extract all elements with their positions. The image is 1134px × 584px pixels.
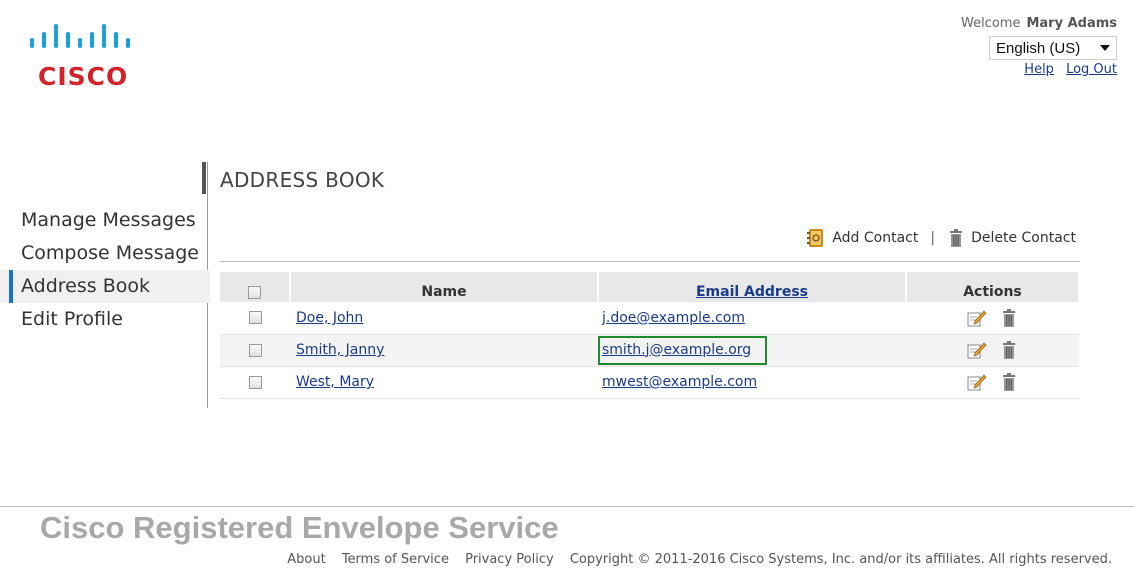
delete-contact-label: Delete Contact: [971, 230, 1076, 246]
terms-link[interactable]: Terms of Service: [342, 552, 449, 567]
about-link[interactable]: About: [287, 552, 325, 567]
title-accent-bar: [202, 162, 206, 194]
row-checkbox[interactable]: [248, 375, 262, 389]
edit-icon[interactable]: [967, 341, 987, 359]
user-header: Welcome Mary Adams English (US) Help Log …: [817, 16, 1117, 86]
contacts-table: Name Email Address Actions Doe, John j.d…: [220, 272, 1080, 399]
sidebar-nav: Manage Messages Compose Message Address …: [0, 162, 210, 408]
sidebar-item-manage-messages[interactable]: Manage Messages: [0, 204, 210, 237]
logout-link[interactable]: Log Out: [1066, 62, 1117, 77]
actions-cell: [906, 366, 1079, 399]
select-all-checkbox[interactable]: [248, 285, 261, 299]
toolbar-separator: |: [930, 230, 936, 246]
edit-icon[interactable]: [967, 309, 987, 327]
welcome-text: Welcome Mary Adams: [961, 16, 1117, 31]
row-checkbox[interactable]: [248, 311, 262, 325]
trash-icon: [950, 229, 963, 247]
table-header-row: Name Email Address Actions: [220, 272, 1080, 302]
footer-divider: [0, 506, 1134, 507]
page-title: ADDRESS BOOK: [220, 168, 385, 192]
privacy-link[interactable]: Privacy Policy: [465, 552, 554, 567]
name-cell: Smith, Janny: [290, 334, 598, 367]
toolbar-divider: [220, 261, 1080, 262]
add-contact-button[interactable]: Add Contact: [806, 228, 918, 248]
name-column-header: Name: [290, 272, 599, 302]
user-name: Mary Adams: [1026, 16, 1117, 31]
email-column-header[interactable]: Email Address: [598, 272, 907, 302]
sidebar-item-compose-message[interactable]: Compose Message: [0, 237, 210, 270]
trash-icon[interactable]: [1000, 341, 1018, 359]
copyright-text: Copyright © 2011-2016 Cisco Systems, Inc…: [569, 552, 1112, 567]
contact-name-link[interactable]: Doe, John: [296, 310, 363, 326]
contact-email-link[interactable]: mwest@example.com: [602, 374, 757, 390]
trash-icon[interactable]: [1000, 373, 1018, 391]
cisco-logo-bars-icon: [30, 24, 130, 48]
name-cell: Doe, John: [290, 302, 598, 335]
email-cell: j.doe@example.com: [598, 302, 906, 335]
header-links: Help Log Out: [1016, 62, 1117, 77]
cisco-logo: CISCO: [22, 22, 152, 92]
actions-cell: [906, 302, 1079, 335]
actions-cell: [906, 334, 1079, 367]
contact-email-link[interactable]: j.doe@example.com: [602, 310, 745, 326]
contact-toolbar: Add Contact | Delete Contact: [806, 228, 1076, 248]
add-contact-label: Add Contact: [832, 230, 919, 246]
sidebar-item-address-book[interactable]: Address Book: [0, 270, 210, 303]
cisco-logo-text: CISCO: [38, 62, 129, 91]
row-checkbox[interactable]: [248, 343, 262, 357]
actions-column-header: Actions: [906, 272, 1080, 302]
language-select[interactable]: English (US): [989, 36, 1117, 60]
contact-name-link[interactable]: West, Mary: [296, 374, 374, 390]
delete-contact-button[interactable]: Delete Contact: [947, 229, 1076, 247]
sidebar-item-edit-profile[interactable]: Edit Profile: [0, 303, 210, 336]
email-cell: mwest@example.com: [598, 366, 906, 399]
table-row: West, Mary mwest@example.com: [220, 366, 1079, 399]
email-cell: smith.j@example.org: [598, 334, 906, 367]
chevron-down-icon: [1100, 45, 1110, 51]
language-select-value: English (US): [996, 39, 1081, 57]
select-all-header: [220, 272, 291, 302]
footer-links: About Terms of Service Privacy Policy Co…: [275, 552, 1112, 567]
row-select-cell: [220, 302, 290, 335]
welcome-label: Welcome: [960, 16, 1021, 31]
email-focus-outline: smith.j@example.org: [598, 335, 768, 365]
contact-name-link[interactable]: Smith, Janny: [296, 342, 384, 358]
table-row: Doe, John j.doe@example.com: [220, 302, 1079, 335]
edit-icon[interactable]: [967, 373, 987, 391]
name-cell: West, Mary: [290, 366, 598, 399]
row-select-cell: [220, 334, 290, 367]
footer-title: Cisco Registered Envelope Service: [40, 510, 559, 545]
trash-icon[interactable]: [1000, 308, 1018, 327]
row-select-cell: [220, 366, 290, 399]
address-book-icon: [807, 229, 824, 247]
help-link[interactable]: Help: [1024, 62, 1054, 77]
table-row: Smith, Janny smith.j@example.org: [220, 334, 1079, 367]
contact-email-link[interactable]: smith.j@example.org: [602, 342, 751, 358]
